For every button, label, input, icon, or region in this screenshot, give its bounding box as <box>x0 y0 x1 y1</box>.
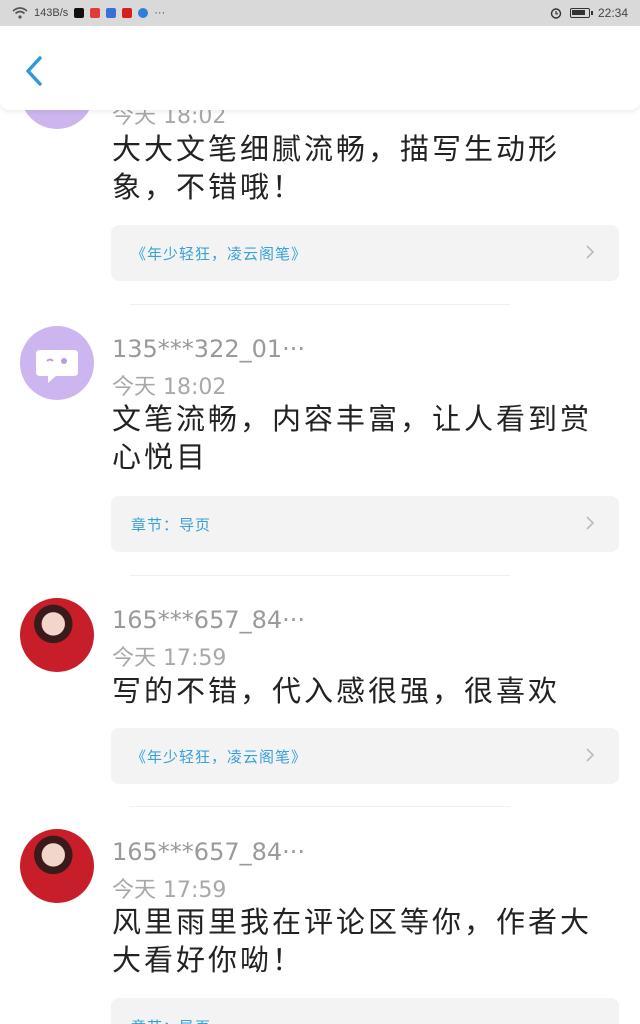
divider <box>130 806 510 807</box>
comment-username[interactable]: 165***657_84··· <box>112 838 305 866</box>
app-notification-icon <box>74 8 85 18</box>
comment-text: 写的不错，代入感很强，很喜欢 <box>112 674 561 708</box>
app-notification-icon <box>122 8 133 18</box>
comment-time: 今天 17:59 <box>112 646 227 671</box>
comment-text: 风里雨里我在评论区等你，作者大大看好你呦！ <box>112 905 593 977</box>
book-reference-card[interactable]: 《年少轻狂，凌云阁笔》 <box>111 728 619 784</box>
comment-username[interactable]: 165***657_84··· <box>112 606 305 634</box>
chapter-reference-label: 章节：导页 <box>131 516 212 534</box>
chapter-reference-card[interactable]: 章节：导页 <box>111 998 619 1024</box>
comment-text: 文笔流畅，内容丰富，让人看到赏心悦目 <box>112 402 593 474</box>
divider <box>130 575 510 576</box>
avatar[interactable] <box>20 326 94 400</box>
comment-time: 今天 18:02 <box>112 375 227 400</box>
chevron-right-icon <box>586 748 595 762</box>
back-arrow-icon[interactable] <box>20 54 48 88</box>
divider <box>130 304 510 305</box>
book-reference-card[interactable]: 《年少轻狂，凌云阁笔》 <box>111 225 619 281</box>
app-notification-icon <box>106 8 117 18</box>
comment-username[interactable]: 135***322_01··· <box>112 335 305 363</box>
avatar[interactable] <box>20 598 94 672</box>
top-nav-bar <box>0 26 640 110</box>
comment-text: 大大文笔细腻流畅，描写生动形象，不错哦！ <box>112 132 561 204</box>
chapter-reference-label: 章节：导页 <box>131 1016 211 1024</box>
comment-list: 今天 18:02 大大文笔细腻流畅，描写生动形象，不错哦！ 《年少轻狂，凌云阁笔… <box>0 0 640 1024</box>
network-speed: 143B/s <box>34 7 69 19</box>
status-time: 22:34 <box>597 6 628 20</box>
wifi-icon <box>12 7 28 19</box>
battery-icon <box>569 8 593 18</box>
comment-time: 今天 17:59 <box>112 878 227 903</box>
avatar[interactable] <box>20 829 94 903</box>
chevron-right-icon <box>586 516 595 530</box>
chevron-right-icon <box>586 245 595 259</box>
app-notification-icon <box>138 8 149 18</box>
chapter-reference-card[interactable]: 章节：导页 <box>111 496 619 552</box>
book-reference-label: 《年少轻狂，凌云阁笔》 <box>131 245 308 263</box>
book-reference-label: 《年少轻狂，凌云阁笔》 <box>131 748 308 766</box>
alarm-icon <box>550 8 562 19</box>
chat-bubble-icon <box>36 350 78 383</box>
app-notification-icon <box>90 8 101 18</box>
more-notifications-icon: ··· <box>154 7 166 19</box>
status-bar: 143B/s ··· 22:34 <box>0 0 640 26</box>
